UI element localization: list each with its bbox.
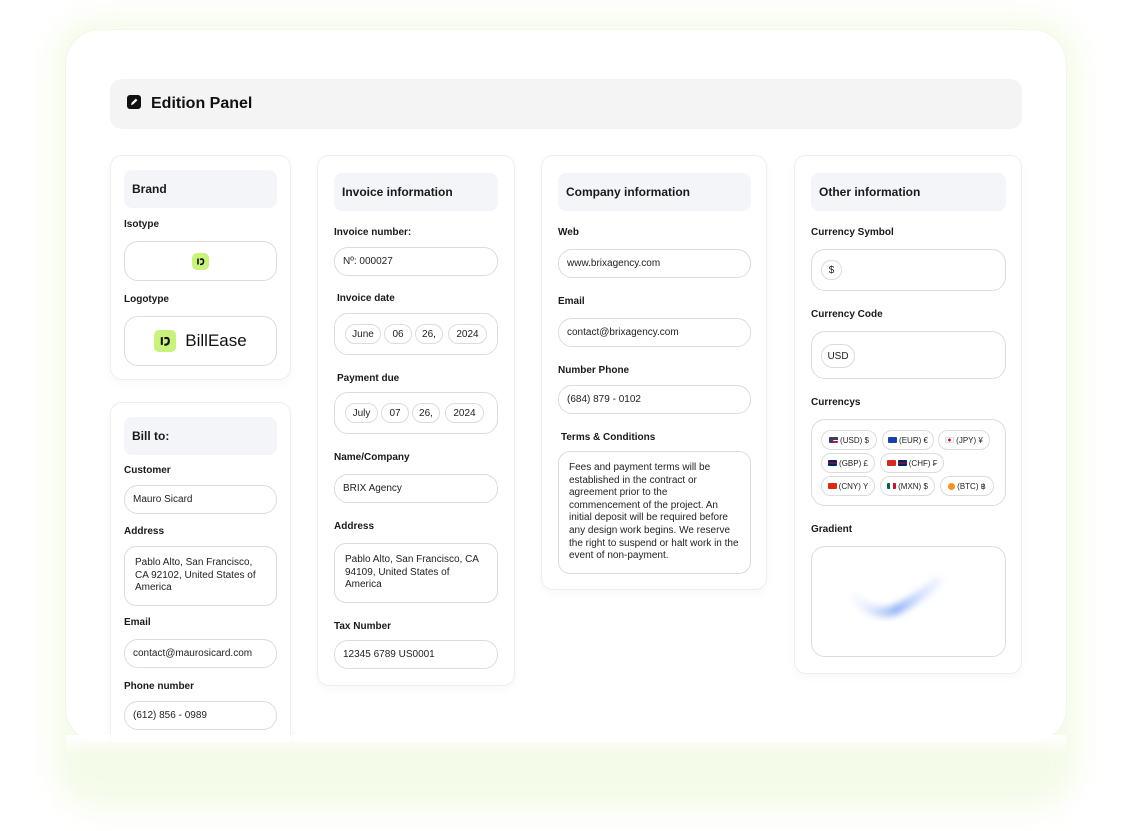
logotype-upload[interactable]: BillEase bbox=[124, 316, 277, 366]
currency-chip-cny-label: (CNY) Y bbox=[838, 481, 869, 491]
currency-chip-btc[interactable]: (BTC) ฿ bbox=[940, 476, 994, 496]
currency-code-label: Currency Code bbox=[811, 309, 883, 320]
terms-field[interactable]: Fees and payment terms will be establish… bbox=[558, 451, 751, 574]
company-section-title: Company information bbox=[558, 173, 751, 211]
currency-chip-usd[interactable]: (USD) $ bbox=[821, 430, 877, 450]
currency-symbol-label: Currency Symbol bbox=[811, 227, 894, 238]
logotype-logo-icon bbox=[154, 330, 177, 352]
currency-symbol-value: $ bbox=[821, 260, 842, 280]
gradient-label: Gradient bbox=[811, 524, 853, 535]
currency-chip-eur-label: (EUR) € bbox=[899, 435, 928, 445]
mx-flag-icon bbox=[887, 483, 897, 489]
currency-chip-gbp[interactable]: (GBP) £ bbox=[821, 453, 875, 473]
currency-chip-chf-label: (CHF) ₣ bbox=[908, 458, 938, 468]
gradient-swirl-icon bbox=[849, 576, 943, 617]
currency-chip-mxn-label: (MXN) $ bbox=[898, 481, 928, 491]
company-email-label: Email bbox=[558, 296, 585, 307]
payment-due-label: Payment due bbox=[337, 373, 400, 384]
btc-icon bbox=[948, 482, 956, 490]
payment-due-separator[interactable]: 26, bbox=[412, 403, 440, 423]
other-section-title: Other information bbox=[811, 173, 1006, 211]
panel-header: Edition Panel bbox=[110, 79, 1022, 129]
tax-number-label: Tax Number bbox=[334, 621, 392, 632]
isotype-logo-icon bbox=[192, 252, 209, 270]
currency-chip-chf[interactable]: (CHF) ₣ bbox=[880, 453, 944, 473]
terms-label: Terms & Conditions bbox=[561, 432, 656, 443]
invoice-card: Invoice information Invoice number: Nº: … bbox=[317, 155, 515, 686]
number-phone-field[interactable]: (684) 879 - 0102 bbox=[558, 385, 751, 414]
cn-flag-icon bbox=[827, 483, 837, 489]
invoice-date-separator[interactable]: 26, bbox=[415, 324, 443, 344]
name-company-label: Name/Company bbox=[334, 452, 410, 463]
currency-chip-eur[interactable]: (EUR) € bbox=[882, 430, 934, 450]
payment-due-year[interactable]: 2024 bbox=[445, 403, 484, 423]
currency-chip-cny[interactable]: (CNY) Y bbox=[821, 476, 875, 496]
logotype-label: Logotype bbox=[124, 294, 169, 305]
invoice-address-label: Address bbox=[334, 521, 375, 532]
phone-number-label: Phone number bbox=[124, 681, 195, 692]
edition-panel-window: Edition Panel Brand Isotype Logotype Bil… bbox=[66, 30, 1066, 742]
ch-flag-icon bbox=[886, 460, 896, 466]
payment-due-day[interactable]: 07 bbox=[381, 403, 409, 423]
bottom-fade bbox=[66, 735, 1066, 755]
payment-due-month[interactable]: July bbox=[345, 403, 378, 423]
currency-code-value: USD bbox=[821, 344, 855, 368]
jp-flag-icon bbox=[945, 437, 955, 443]
bill-email-field[interactable]: contact@maurosicard.com bbox=[124, 639, 277, 668]
number-phone-label: Number Phone bbox=[558, 365, 630, 376]
invoice-date-label: Invoice date bbox=[337, 293, 395, 304]
isotype-label: Isotype bbox=[124, 219, 160, 230]
company-card: Company information Web www.brixagency.c… bbox=[541, 155, 767, 590]
customer-field[interactable]: Mauro Sicard bbox=[124, 485, 277, 514]
customer-label: Customer bbox=[124, 465, 171, 476]
currency-chip-btc-label: (BTC) ฿ bbox=[957, 481, 986, 491]
currencys-label: Currencys bbox=[811, 397, 861, 408]
bill-email-label: Email bbox=[124, 617, 151, 628]
currency-chip-usd-label: (USD) $ bbox=[840, 435, 869, 445]
phone-number-field[interactable]: (612) 856 - 0989 bbox=[124, 701, 277, 730]
bill-address-field[interactable]: Pablo Alto, San Francisco, CA 92102, Uni… bbox=[124, 546, 277, 606]
pencil-square-icon bbox=[126, 94, 142, 115]
invoice-number-label: Invoice number: bbox=[334, 227, 412, 238]
logotype-text: BillEase bbox=[185, 331, 247, 350]
invoice-date-day[interactable]: 06 bbox=[384, 324, 412, 344]
us-flag-icon bbox=[829, 437, 839, 443]
currency-chip-jpy[interactable]: (JPY) ¥ bbox=[938, 430, 990, 450]
currency-chip-jpy-label: (JPY) ¥ bbox=[956, 435, 983, 445]
web-label: Web bbox=[558, 227, 579, 238]
invoice-date-month[interactable]: June bbox=[345, 324, 381, 344]
bill-to-card: Bill to: Customer Mauro Sicard Address P… bbox=[110, 402, 291, 742]
bill-address-label: Address bbox=[124, 526, 165, 537]
isotype-upload[interactable] bbox=[124, 241, 277, 281]
invoice-date-year[interactable]: 2024 bbox=[448, 324, 487, 344]
bill-to-section-title: Bill to: bbox=[124, 417, 277, 455]
eu-flag-icon bbox=[888, 437, 898, 443]
gb-flag-icon bbox=[828, 460, 838, 466]
gradient-preview[interactable] bbox=[811, 546, 1006, 657]
brand-section-title: Brand bbox=[124, 170, 277, 208]
brand-card: Brand Isotype Logotype BillEase bbox=[110, 155, 291, 380]
invoice-section-title: Invoice information bbox=[334, 173, 498, 211]
company-email-field[interactable]: contact@brixagency.com bbox=[558, 318, 751, 347]
panel-title: Edition Panel bbox=[151, 95, 253, 112]
currency-chip-mxn[interactable]: (MXN) $ bbox=[880, 476, 935, 496]
currency-chip-gbp-label: (GBP) £ bbox=[839, 458, 868, 468]
web-field[interactable]: www.brixagency.com bbox=[558, 249, 751, 278]
gb-small-flag-icon bbox=[897, 460, 907, 466]
invoice-number-field[interactable]: Nº: 000027 bbox=[334, 247, 498, 276]
invoice-address-field[interactable]: Pablo Alto, San Francisco, CA 94109, Uni… bbox=[334, 543, 498, 603]
name-company-field[interactable]: BRIX Agency bbox=[334, 474, 498, 503]
other-info-card: Other information Currency Symbol $ Curr… bbox=[794, 155, 1022, 674]
tax-number-field[interactable]: 12345 6789 US0001 bbox=[334, 640, 498, 669]
